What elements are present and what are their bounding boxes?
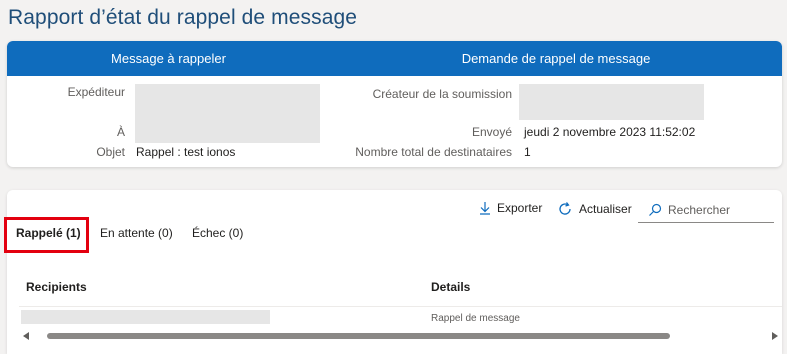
summary-card: Message à rappeler Demande de rappel de … — [7, 41, 782, 167]
table-divider — [19, 306, 782, 307]
sent-value: jeudi 2 novembre 2023 11:52:02 — [524, 125, 696, 139]
total-recipients-value: 1 — [524, 145, 531, 159]
recall-request-header: Demande de rappel de message — [461, 51, 651, 66]
sender-redacted — [135, 84, 320, 143]
refresh-label: Actualiser — [579, 202, 632, 216]
subject-value: Rappel : test ionos — [136, 145, 236, 159]
tab-pending[interactable]: En attente (0) — [100, 226, 173, 240]
search-input[interactable]: Rechercher — [638, 197, 774, 223]
message-to-recall-header: Message à rappeler — [111, 51, 226, 66]
search-placeholder: Rechercher — [668, 202, 731, 217]
sent-label: Envoyé — [471, 125, 512, 139]
summary-header: Message à rappeler Demande de rappel de … — [7, 41, 782, 76]
export-label: Exporter — [497, 201, 543, 215]
scroll-right-icon[interactable] — [772, 332, 778, 340]
download-icon — [480, 202, 490, 215]
scroll-thumb[interactable] — [47, 333, 670, 339]
column-header-details[interactable]: Details — [431, 280, 470, 294]
table-row-details: Rappel de message — [431, 313, 520, 324]
horizontal-scrollbar[interactable] — [19, 330, 782, 342]
tab-failed[interactable]: Échec (0) — [192, 226, 243, 240]
export-button[interactable]: Exporter — [479, 201, 542, 215]
sender-label: Expéditeur — [67, 85, 125, 99]
total-recipients-label: Nombre total de destinataires — [355, 145, 512, 159]
page-title: Rapport d’état du rappel de message — [8, 6, 358, 29]
scroll-left-icon[interactable] — [23, 332, 29, 340]
column-header-recipients[interactable]: Recipients — [26, 280, 87, 294]
creator-label: Créateur de la soumission — [372, 87, 512, 101]
results-panel: Exporter Actualiser Rechercher Rappelé (… — [4, 190, 782, 354]
subject-label: Objet — [96, 145, 125, 159]
tab-highlight-box — [4, 217, 89, 253]
creator-redacted — [519, 84, 704, 120]
refresh-button[interactable]: Actualiser — [557, 201, 632, 217]
refresh-icon — [559, 202, 571, 215]
to-label: À — [116, 125, 125, 139]
search-icon — [649, 203, 662, 216]
recipient-redacted — [21, 310, 270, 324]
